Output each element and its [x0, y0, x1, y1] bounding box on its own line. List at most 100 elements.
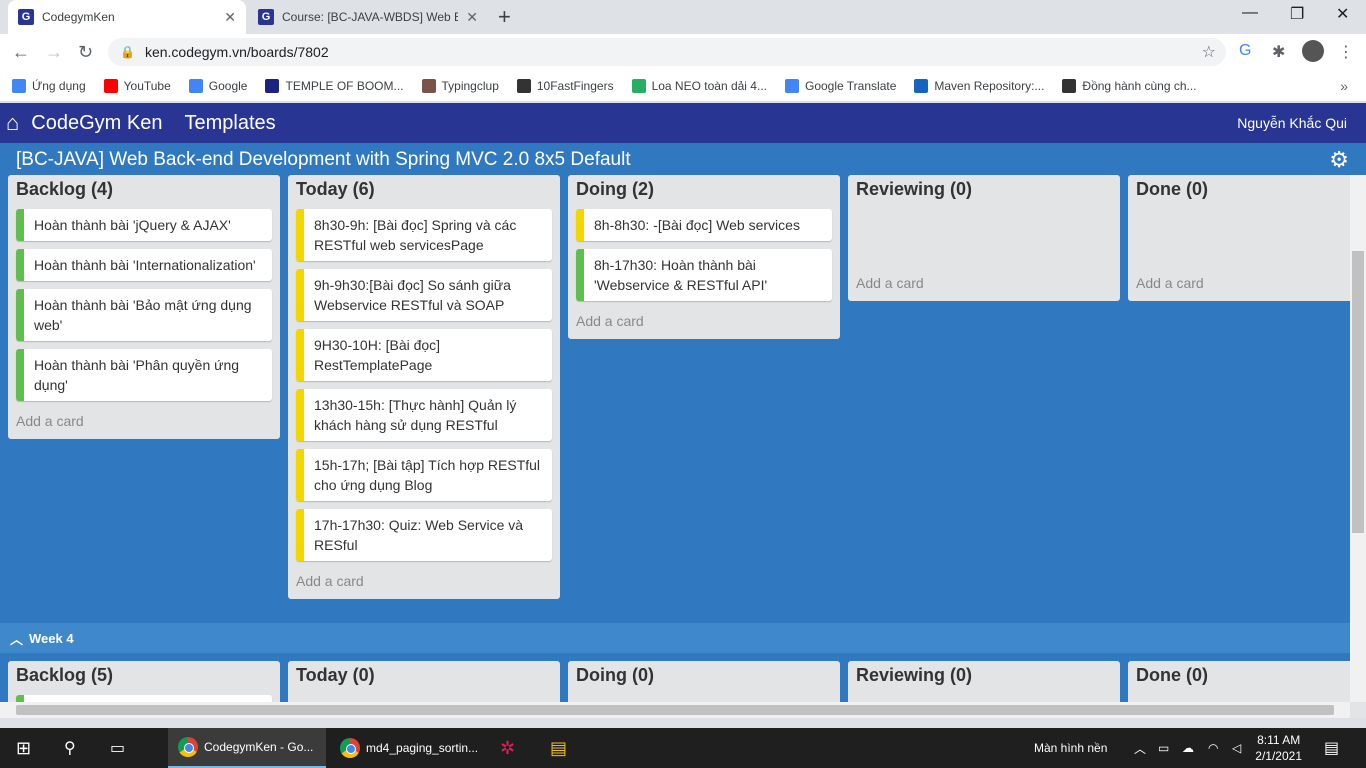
tab-course[interactable]: G Course: [BC-JAVA-WBDS] Web Ba... ✕: [248, 0, 488, 34]
task-view-icon[interactable]: ▭: [110, 728, 125, 768]
vertical-scrollbar[interactable]: [1350, 175, 1366, 702]
bookmark-favicon-icon: [265, 78, 280, 93]
card[interactable]: 8h-17h30: Hoàn thành bài 'Webservice & R…: [576, 249, 832, 301]
bookmark-star-icon[interactable]: ☆: [1202, 42, 1216, 62]
list-column: Backlog (4) Hoàn thành bài 'jQuery & AJAX…: [8, 175, 280, 439]
bookmark-item[interactable]: Google: [188, 78, 247, 93]
bookmark-label: 10FastFingers: [536, 78, 614, 93]
search-icon[interactable]: ⚲: [64, 728, 76, 768]
taskbar-app-chrome-2[interactable]: md4_paging_sortin...: [330, 728, 488, 768]
chevron-up-icon: ︿: [10, 631, 24, 647]
bookmark-label: YouTube: [123, 78, 171, 93]
templates-link[interactable]: Templates: [184, 112, 275, 135]
cloud-icon[interactable]: ☁: [1182, 728, 1194, 768]
profile-avatar[interactable]: [1302, 40, 1324, 62]
card[interactable]: 15h-17h; [Bài tập] Tích hợp RESTful cho …: [296, 449, 552, 501]
bookmark-label: Ứng dụng: [32, 78, 86, 93]
tab-title: CodegymKen: [42, 10, 115, 24]
card[interactable]: 17h-17h30: Quiz: Web Service và RESful: [296, 509, 552, 561]
add-card-button[interactable]: Add a card: [568, 309, 840, 339]
bookmark-item[interactable]: YouTube: [103, 78, 171, 93]
list-title[interactable]: Done (0): [1128, 661, 1366, 695]
week-toggle[interactable]: ︿ Week 4: [0, 623, 1350, 653]
tab-strip: G CodegymKen ✕ G Course: [BC-JAVA-WBDS] …: [0, 0, 1366, 34]
address-bar[interactable]: 🔒 ken.codegym.vn/boards/7802 ☆: [108, 38, 1226, 66]
bookmark-favicon-icon: [516, 78, 531, 93]
week-label: Week 4: [29, 630, 74, 646]
board: [BC-JAVA] Web Back-end Development with …: [0, 143, 1366, 718]
list-title[interactable]: Backlog (4): [8, 175, 280, 209]
empty-list-space: [848, 209, 1120, 271]
card[interactable]: Hoàn thành bài 'Bảo mật ứng dụng web': [16, 289, 272, 341]
list-title[interactable]: Doing (2): [568, 175, 840, 209]
list-title[interactable]: Reviewing (0): [848, 661, 1120, 695]
desktop-label[interactable]: Màn hình nền: [1034, 728, 1107, 768]
extensions-icon[interactable]: ✱: [1272, 42, 1285, 62]
bookmark-label: Đồng hành cùng ch...: [1082, 78, 1197, 93]
bookmark-favicon-icon: [914, 78, 929, 93]
gear-icon[interactable]: ⚙: [1329, 147, 1349, 173]
taskbar-app-label: md4_paging_sortin...: [366, 741, 479, 755]
bookmark-favicon-icon: [784, 78, 799, 93]
brand-link[interactable]: CodeGym Ken: [31, 112, 162, 135]
menu-icon[interactable]: ⋮: [1338, 42, 1354, 62]
add-card-button[interactable]: Add a card: [8, 409, 280, 439]
new-tab-icon[interactable]: +: [498, 4, 511, 30]
card[interactable]: Hoàn thành bài 'Internationalization': [16, 249, 272, 281]
windows-start-icon[interactable]: ⊞: [16, 728, 31, 768]
clock[interactable]: 8:11 AM 2/1/2021: [1255, 732, 1302, 764]
translate-extension-icon[interactable]: G: [1239, 42, 1251, 60]
forward-icon[interactable]: →: [45, 42, 63, 63]
list-title[interactable]: Today (0): [288, 661, 560, 695]
clock-date: 2/1/2021: [1255, 749, 1302, 763]
list-title[interactable]: Today (6): [288, 175, 560, 209]
taskbar-app-chrome-1[interactable]: CodegymKen - Go...: [168, 728, 326, 768]
bookmark-item[interactable]: Typingclup: [421, 78, 499, 93]
list-title[interactable]: Doing (0): [568, 661, 840, 695]
scroll-thumb[interactable]: [16, 705, 1334, 715]
maximize-icon[interactable]: ❐: [1290, 4, 1304, 24]
app-header: ⌂ CodeGym Ken Templates Nguyễn Khắc Qui: [0, 103, 1366, 143]
card[interactable]: 8h30-9h: [Bài đọc] Spring và các RESTful…: [296, 209, 552, 261]
list-title[interactable]: Reviewing (0): [848, 175, 1120, 209]
reload-icon[interactable]: ↻: [78, 42, 93, 63]
add-card-button[interactable]: Add a card: [848, 271, 1120, 301]
more-bookmarks-icon[interactable]: »: [1340, 78, 1348, 94]
bookmark-item[interactable]: TEMPLE OF BOOM...: [265, 78, 404, 93]
back-icon[interactable]: ←: [12, 42, 30, 63]
taskbar-app-label: CodegymKen - Go...: [204, 740, 314, 754]
bookmark-item[interactable]: Google Translate: [784, 78, 896, 93]
slack-icon[interactable]: ✲: [500, 728, 515, 768]
close-window-icon[interactable]: ✕: [1336, 4, 1349, 24]
user-name[interactable]: Nguyễn Khắc Qui: [1237, 115, 1347, 131]
close-icon[interactable]: ✕: [224, 9, 236, 26]
list-title[interactable]: Done (0): [1128, 175, 1366, 209]
tab-codegymken[interactable]: G CodegymKen ✕: [8, 0, 246, 34]
list-column: Today (6) 8h30-9h: [Bài đọc] Spring và cá…: [288, 175, 560, 599]
add-card-button[interactable]: Add a card: [288, 569, 560, 599]
horizontal-scrollbar[interactable]: [0, 702, 1350, 718]
bookmark-item[interactable]: Ứng dụng: [12, 78, 86, 93]
card[interactable]: 13h30-15h: [Thực hành] Quản lý khách hàn…: [296, 389, 552, 441]
close-icon[interactable]: ✕: [466, 9, 478, 26]
scroll-thumb[interactable]: [1352, 251, 1364, 533]
card[interactable]: 9H30-10H: [Bài đọc] RestTemplatePage: [296, 329, 552, 381]
card[interactable]: 8h-8h30: -[Bài đọc] Web services: [576, 209, 832, 241]
bookmark-item[interactable]: 10FastFingers: [516, 78, 614, 93]
bookmark-item[interactable]: Đồng hành cùng ch...: [1062, 78, 1197, 93]
card[interactable]: 9h-9h30:[Bài đọc] So sánh giữa Webservic…: [296, 269, 552, 321]
notification-icon[interactable]: ▤: [1324, 728, 1339, 768]
battery-icon[interactable]: ▭: [1158, 728, 1169, 768]
add-card-button[interactable]: Add a card: [1128, 271, 1366, 301]
wifi-icon[interactable]: ◠: [1208, 728, 1218, 768]
bookmark-item[interactable]: Maven Repository:...: [914, 78, 1044, 93]
home-icon[interactable]: ⌂: [6, 110, 19, 136]
volume-icon[interactable]: ◁: [1232, 728, 1241, 768]
minimize-icon[interactable]: —: [1242, 4, 1258, 22]
bookmark-item[interactable]: Loa NEO toàn dải 4...: [631, 78, 767, 93]
list-title[interactable]: Backlog (5): [8, 661, 280, 695]
chevron-up-icon[interactable]: ︿: [1134, 728, 1146, 768]
card[interactable]: Hoàn thành bài 'jQuery & AJAX': [16, 209, 272, 241]
card[interactable]: Hoàn thành bài 'Phân quyền ứng dụng': [16, 349, 272, 401]
file-explorer-icon[interactable]: ▤: [550, 728, 567, 768]
